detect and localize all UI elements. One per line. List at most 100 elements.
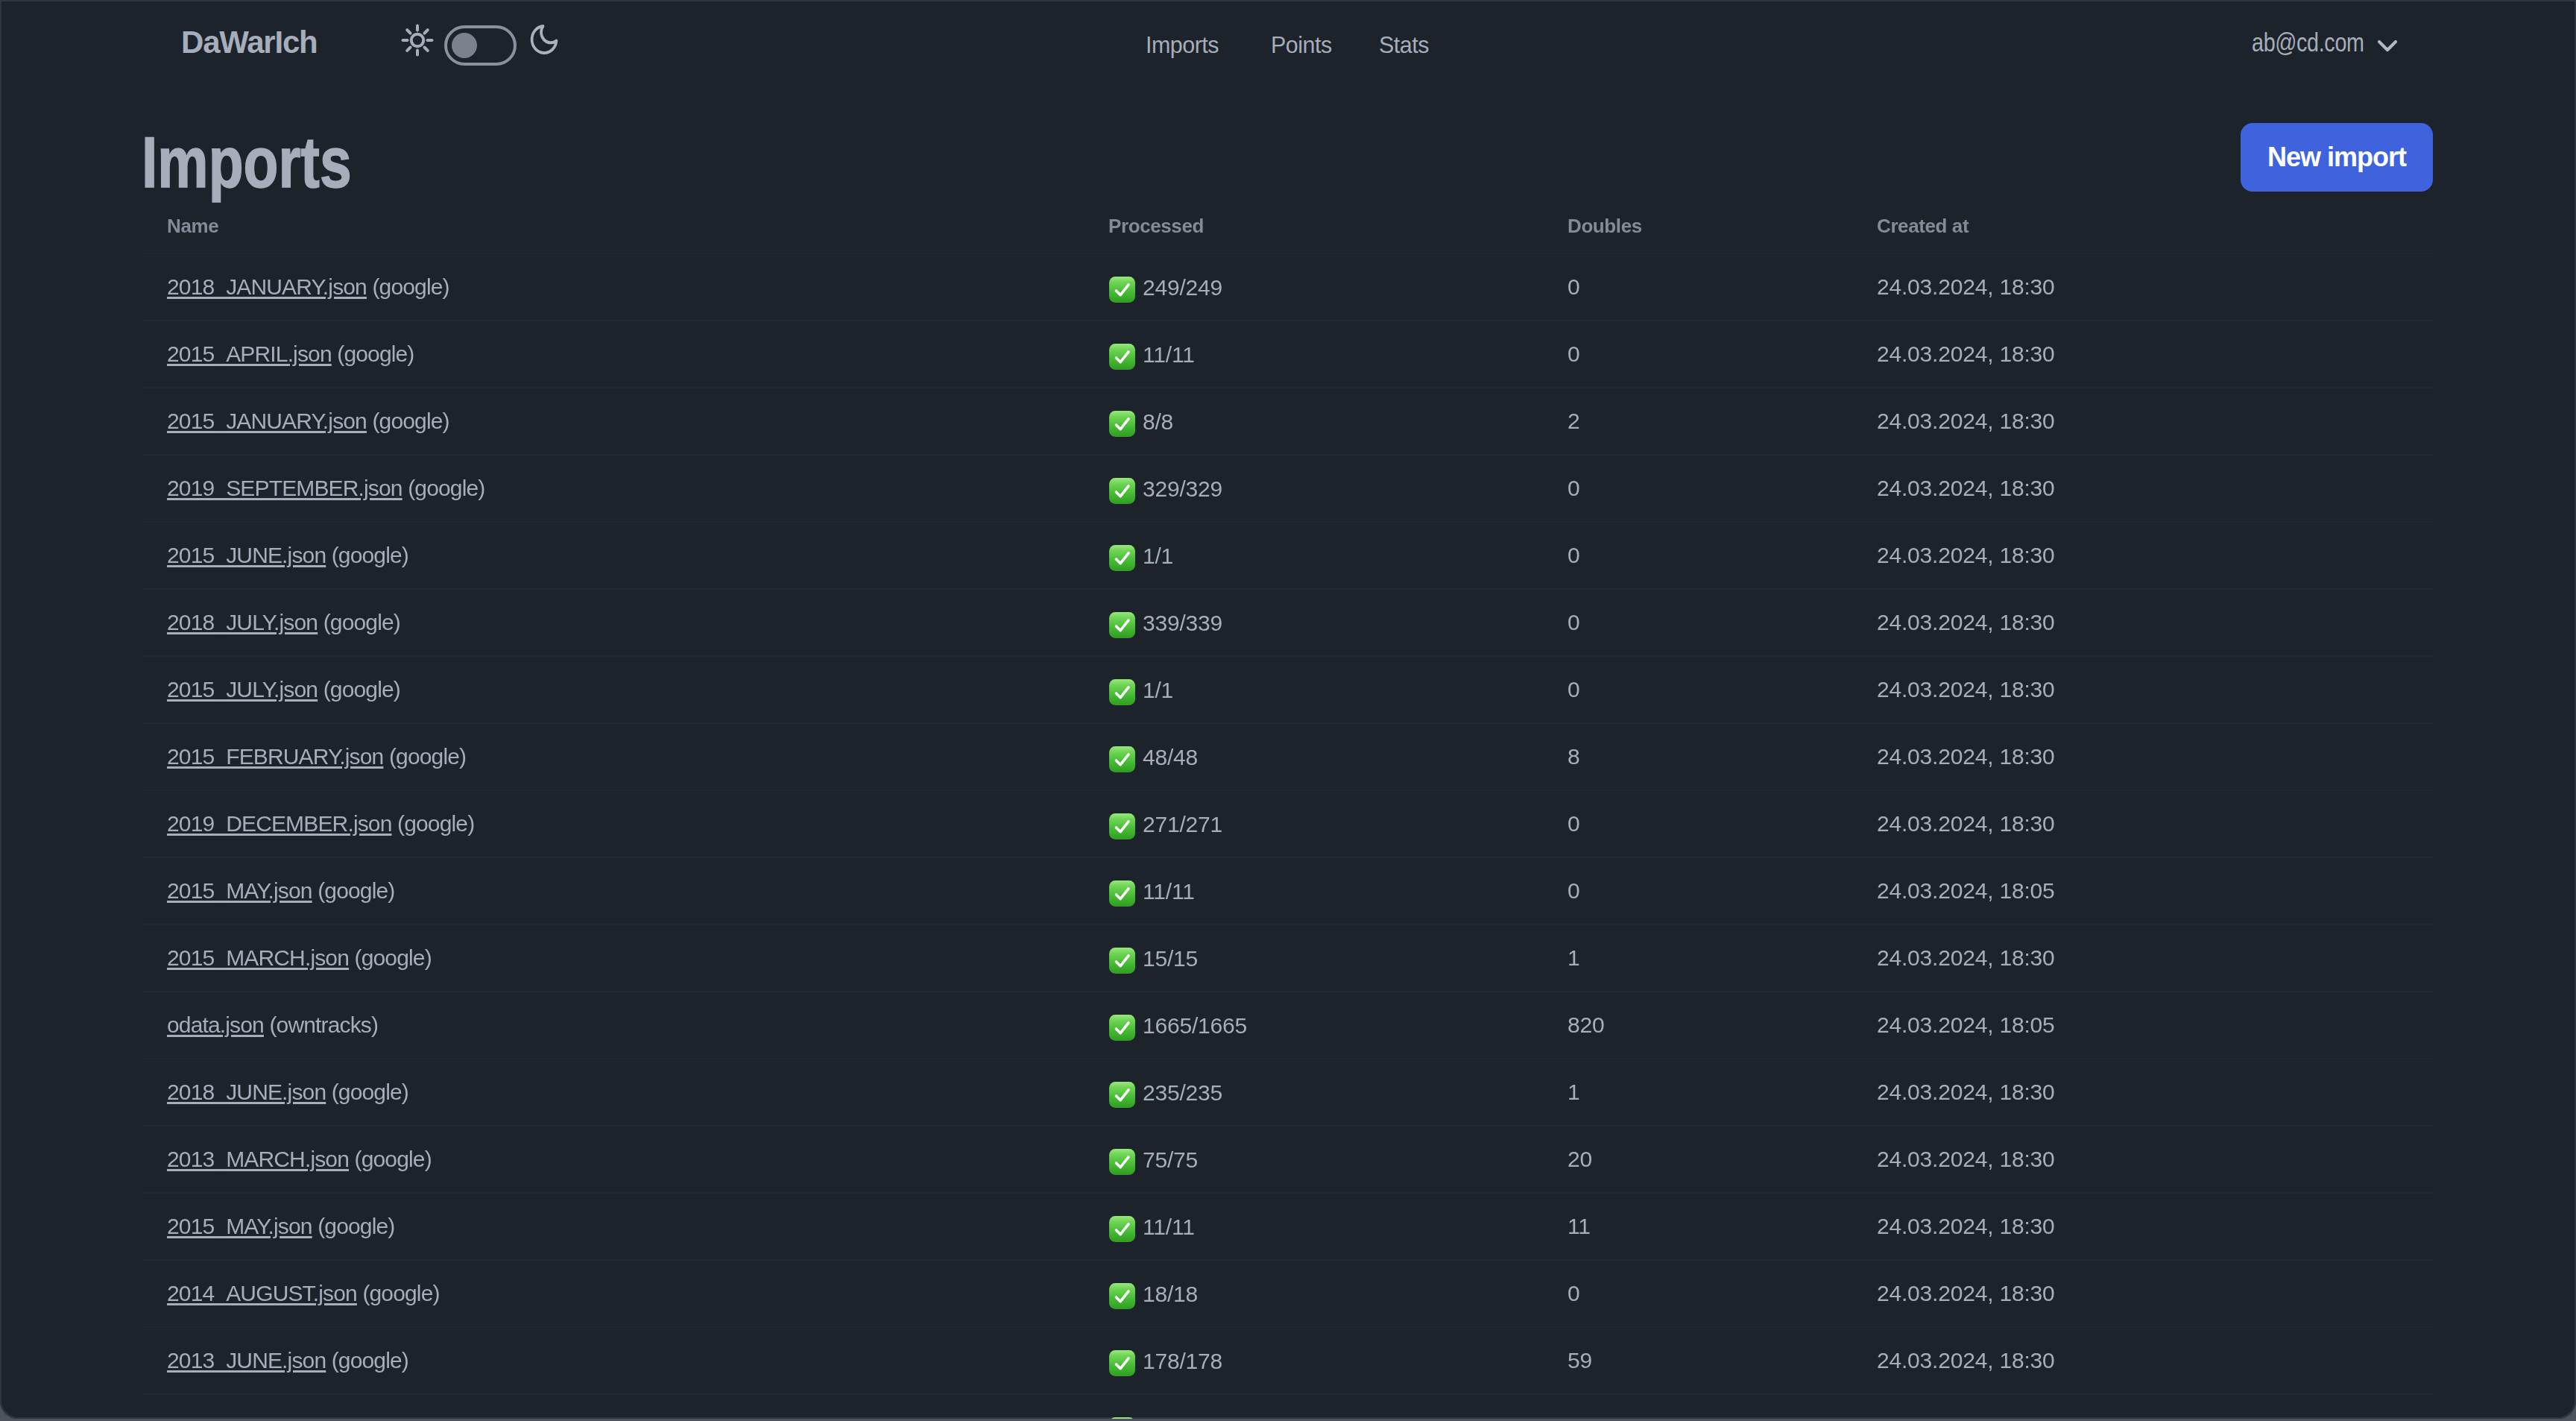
cell-processed: 1665/1665: [1085, 992, 1544, 1059]
processed-count: 1/1: [1143, 543, 1173, 568]
file-source: (google): [326, 1348, 408, 1373]
doubles-count: 0: [1568, 274, 1580, 299]
app-window: DaWarIch Imports Points Stats ab@cd.com …: [0, 0, 2576, 1419]
cell-processed: 1/1: [1085, 522, 1544, 589]
cell-name: 2014_AUGUST.json (google): [143, 1260, 1085, 1327]
created-at: 24.03.2024, 18:30: [1877, 1348, 2055, 1373]
cell-name: 2018_JULY.json (google): [143, 589, 1085, 656]
file-source: (google): [326, 543, 408, 567]
table-row: 2013_MARCH.json (google) 75/75 20 24.03.…: [143, 1126, 2433, 1193]
cell-created-at: 24.03.2024, 18:30: [1853, 522, 2433, 589]
check-icon: [1108, 678, 1136, 706]
file-link[interactable]: 2013_JUNE.json: [167, 1348, 326, 1373]
cell-name: 2015_FEBRUARY.json (google): [143, 723, 1085, 790]
table-row: 2015_MAY.json (google) 11/11 11 24.03.20…: [143, 1193, 2433, 1260]
created-at: 24.03.2024, 18:30: [1877, 476, 2055, 500]
processed-count: 48/48: [1143, 745, 1198, 769]
file-link[interactable]: 2019_DECEMBER.json: [167, 811, 392, 836]
cell-processed: 339/339: [1085, 589, 1544, 656]
file-link[interactable]: 2013_MARCH.json: [167, 1147, 349, 1171]
processed-count: 11/11: [1143, 879, 1195, 904]
cell-name: 2018_JUNE.json (google): [143, 1059, 1085, 1126]
main-content: Imports New import Name Processed Double…: [143, 0, 2433, 1419]
cell-created-at: 24.03.2024, 18:30: [1853, 388, 2433, 455]
file-source: (google): [367, 409, 449, 433]
cell-created-at: 24.03.2024, 18:30: [1853, 253, 2433, 321]
check-icon: [1108, 746, 1136, 773]
file-link[interactable]: 2015_JUNE.json: [167, 543, 326, 567]
cell-name: 2015_MARCH.json (google): [143, 924, 1085, 992]
cell-name: 2015_JANUARY.json (google): [143, 388, 1085, 455]
cell-name: 2019_DECEMBER.json (google): [143, 790, 1085, 857]
check-icon: [1108, 813, 1136, 840]
cell-name: 2015_APRIL.json (google): [143, 321, 1085, 388]
file-source: (owntracks): [264, 1012, 378, 1037]
file-source: (google): [318, 677, 400, 702]
check-icon: [1108, 343, 1136, 371]
file-link[interactable]: odata.json: [167, 1012, 264, 1037]
cell-name: 2018_JANUARY.json (google): [143, 253, 1085, 321]
file-source: (google): [357, 1281, 440, 1305]
cell-doubles: [1544, 1394, 1853, 1419]
cell-name: 2015_JULY.json (google): [143, 656, 1085, 723]
cell-processed: [1085, 1394, 1544, 1419]
table-row: 2015_FEBRUARY.json (google) 48/48 8 24.0…: [143, 723, 2433, 790]
cell-created-at: 24.03.2024, 18:30: [1853, 924, 2433, 992]
doubles-count: 1: [1568, 1080, 1580, 1104]
processed-count: 1/1: [1143, 678, 1173, 702]
cell-doubles: 0: [1544, 253, 1853, 321]
check-icon: [1108, 1014, 1136, 1042]
created-at: 24.03.2024, 18:30: [1877, 274, 2055, 299]
processed-count: 235/235: [1143, 1080, 1222, 1105]
created-at: 24.03.2024, 18:30: [1877, 1214, 2055, 1238]
file-link[interactable]: 2014_AUGUST.json: [167, 1281, 357, 1305]
file-link[interactable]: 2019_SEPTEMBER.json: [167, 476, 402, 500]
cell-name: 2013_JUNE.json (google): [143, 1327, 1085, 1394]
file-source: (google): [349, 1147, 432, 1171]
file-link[interactable]: 2015_MAY.json: [167, 878, 312, 903]
table-row: 2019_DECEMBER.json (google) 271/271 0 24…: [143, 790, 2433, 857]
check-icon: [1108, 1349, 1136, 1377]
doubles-count: 0: [1568, 1281, 1580, 1305]
file-link[interactable]: 2018_JUNE.json: [167, 1080, 326, 1104]
cell-doubles: 0: [1544, 857, 1853, 924]
created-at: 24.03.2024, 18:30: [1877, 1147, 2055, 1171]
file-link[interactable]: 2018_JANUARY.json: [167, 274, 367, 299]
file-link[interactable]: 2015_JULY.json: [167, 677, 318, 702]
file-link[interactable]: 2015_FEBRUARY.json: [167, 744, 383, 769]
column-header-created-at: Created at: [1853, 183, 2433, 253]
cell-created-at: 24.03.2024, 18:30: [1853, 1126, 2433, 1193]
cell-processed: 15/15: [1085, 924, 1544, 992]
column-header-processed: Processed: [1085, 183, 1544, 253]
cell-name: 2015_MAY.json (google): [143, 857, 1085, 924]
created-at: 24.03.2024, 18:30: [1877, 945, 2055, 970]
cell-doubles: 0: [1544, 1260, 1853, 1327]
cell-doubles: 820: [1544, 992, 1853, 1059]
file-source: (google): [332, 341, 414, 366]
processed-count: 15/15: [1143, 946, 1198, 971]
check-icon: [1108, 1417, 1136, 1420]
doubles-count: 8: [1568, 744, 1580, 769]
file-link[interactable]: 2015_APRIL.json: [167, 341, 332, 366]
file-link[interactable]: 2015_JANUARY.json: [167, 409, 367, 433]
check-icon: [1108, 410, 1136, 438]
file-link[interactable]: 2015_MARCH.json: [167, 945, 349, 970]
table-row: 2018_JULY.json (google) 339/339 0 24.03.…: [143, 589, 2433, 656]
processed-count: 271/271: [1143, 812, 1222, 836]
processed-count: 178/178: [1143, 1349, 1222, 1373]
cell-name: 2013_MARCH.json (google): [143, 1126, 1085, 1193]
cell-doubles: 59: [1544, 1327, 1853, 1394]
file-link[interactable]: 2015_MAY.json: [167, 1214, 312, 1238]
cell-processed: 8/8: [1085, 388, 1544, 455]
cell-created-at: 24.03.2024, 18:30: [1853, 1059, 2433, 1126]
cell-processed: 75/75: [1085, 1126, 1544, 1193]
created-at: 24.03.2024, 18:30: [1877, 677, 2055, 702]
created-at: 24.03.2024, 18:05: [1877, 1012, 2055, 1037]
created-at: 24.03.2024, 18:30: [1877, 1080, 2055, 1104]
file-link[interactable]: 2018_JULY.json: [167, 610, 318, 634]
check-icon: [1108, 276, 1136, 303]
doubles-count: 2: [1568, 409, 1580, 433]
check-icon: [1108, 611, 1136, 639]
new-import-button[interactable]: New import: [2241, 123, 2433, 192]
table-row: 2015_APRIL.json (google) 11/11 0 24.03.2…: [143, 321, 2433, 388]
